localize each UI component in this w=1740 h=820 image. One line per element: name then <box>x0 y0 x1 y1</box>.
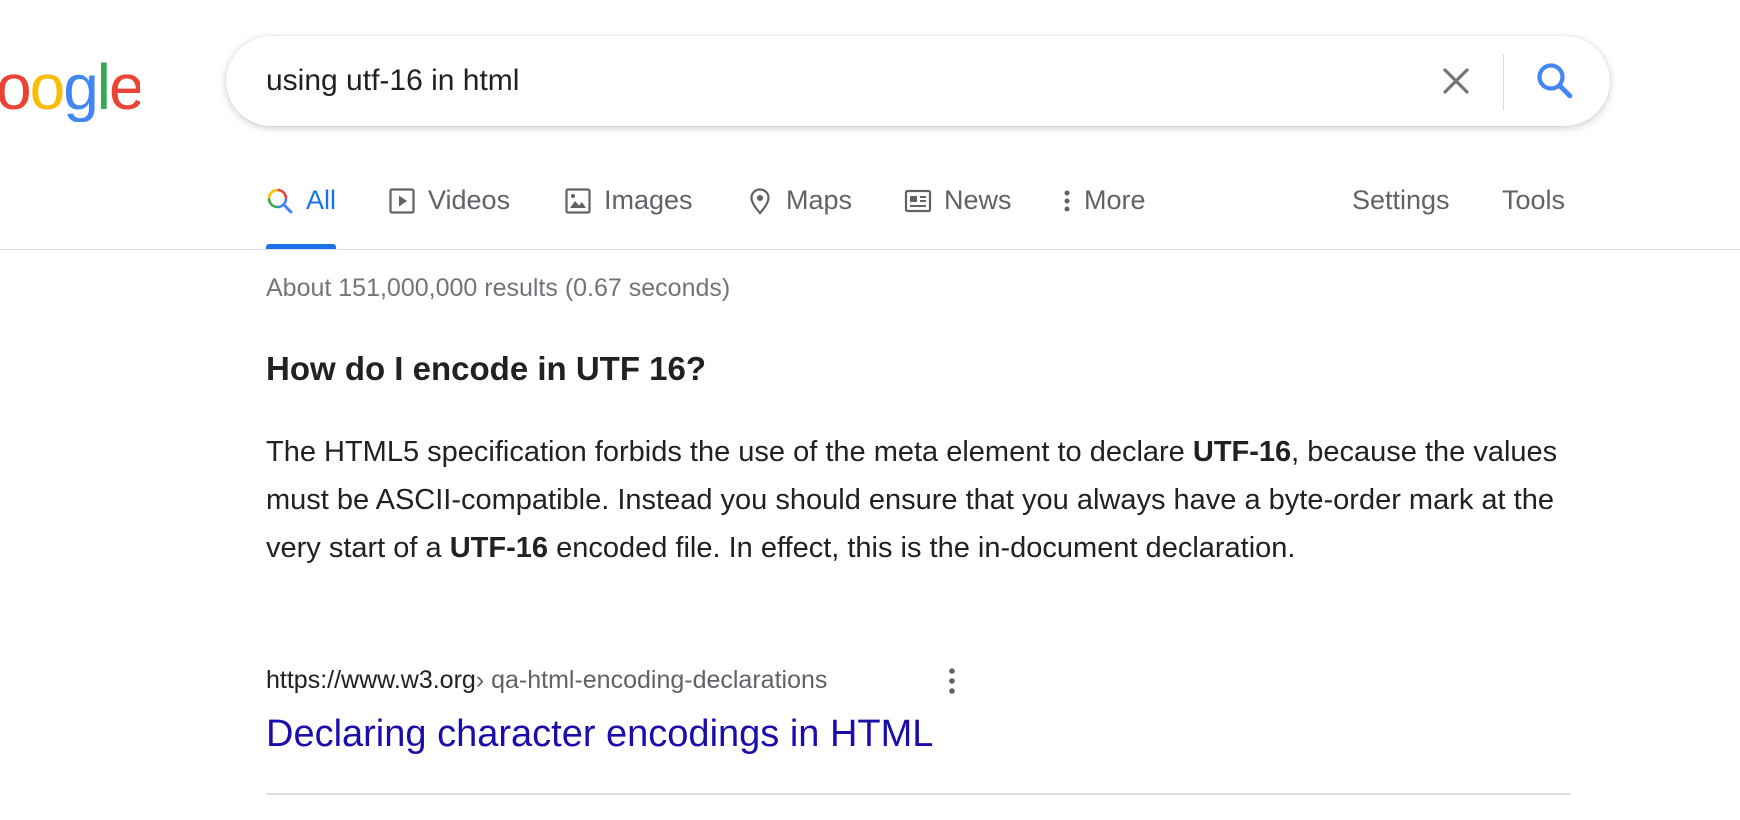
tab-label: Images <box>604 185 693 215</box>
tab-videos[interactable]: Videos <box>388 180 510 250</box>
settings-label: Settings <box>1352 185 1450 215</box>
cite-domain: https://www.w3.org <box>266 665 476 694</box>
result-divider <box>266 793 1570 795</box>
result-stats: About 151,000,000 results (0.67 seconds) <box>266 274 731 302</box>
logo-letter: g <box>63 52 99 122</box>
tab-more[interactable]: More <box>1060 180 1146 250</box>
result-title-link[interactable]: Declaring character encodings in HTML <box>266 713 933 756</box>
logo-letter: l <box>96 52 111 122</box>
search-divider <box>1503 54 1504 110</box>
tab-label: News <box>944 185 1012 215</box>
snippet-text: encoded file. In effect, this is the in-… <box>548 532 1296 564</box>
tools-link[interactable]: Tools <box>1502 180 1565 250</box>
logo-letter: o <box>29 52 66 122</box>
google-logo[interactable]: oogle <box>0 52 140 122</box>
snippet-highlight: UTF-16 <box>1192 436 1292 468</box>
snippet-text: The HTML5 specification forbids the use … <box>266 436 1193 468</box>
search-input[interactable] <box>266 36 1446 126</box>
more-vertical-icon <box>1060 187 1074 215</box>
logo-letter: e <box>109 52 140 122</box>
search-box <box>226 36 1610 126</box>
tab-images[interactable]: Images <box>564 180 693 250</box>
settings-link[interactable]: Settings <box>1352 180 1450 250</box>
tab-label: More <box>1084 185 1146 215</box>
logo-letter: o <box>0 52 32 122</box>
more-vertical-icon[interactable] <box>942 664 962 698</box>
cite-path: › qa-html-encoding-declarations <box>475 665 828 694</box>
video-icon <box>388 187 416 215</box>
tab-news[interactable]: News <box>904 180 1012 250</box>
featured-question: How do I encode in UTF 16? <box>266 350 707 387</box>
close-icon[interactable] <box>1436 61 1476 101</box>
result-citation[interactable]: https://www.w3.org › qa-html-encoding-de… <box>266 660 827 700</box>
news-icon <box>904 187 932 215</box>
search-icon <box>266 187 294 215</box>
search-icon[interactable] <box>1532 58 1578 104</box>
tab-label: Maps <box>786 185 853 215</box>
tab-label: Videos <box>428 185 511 215</box>
tools-label: Tools <box>1502 185 1566 215</box>
tab-label: All <box>306 185 337 215</box>
image-icon <box>564 187 592 215</box>
tab-all[interactable]: All <box>266 180 337 250</box>
featured-snippet: The HTML5 specification forbids the use … <box>266 428 1596 572</box>
tab-maps[interactable]: Maps <box>746 180 852 250</box>
search-tabs: All Videos Images Maps News More Setting… <box>266 180 1596 250</box>
map-pin-icon <box>746 187 774 215</box>
tabs-divider <box>0 249 1740 250</box>
snippet-highlight: UTF-16 <box>449 532 549 564</box>
